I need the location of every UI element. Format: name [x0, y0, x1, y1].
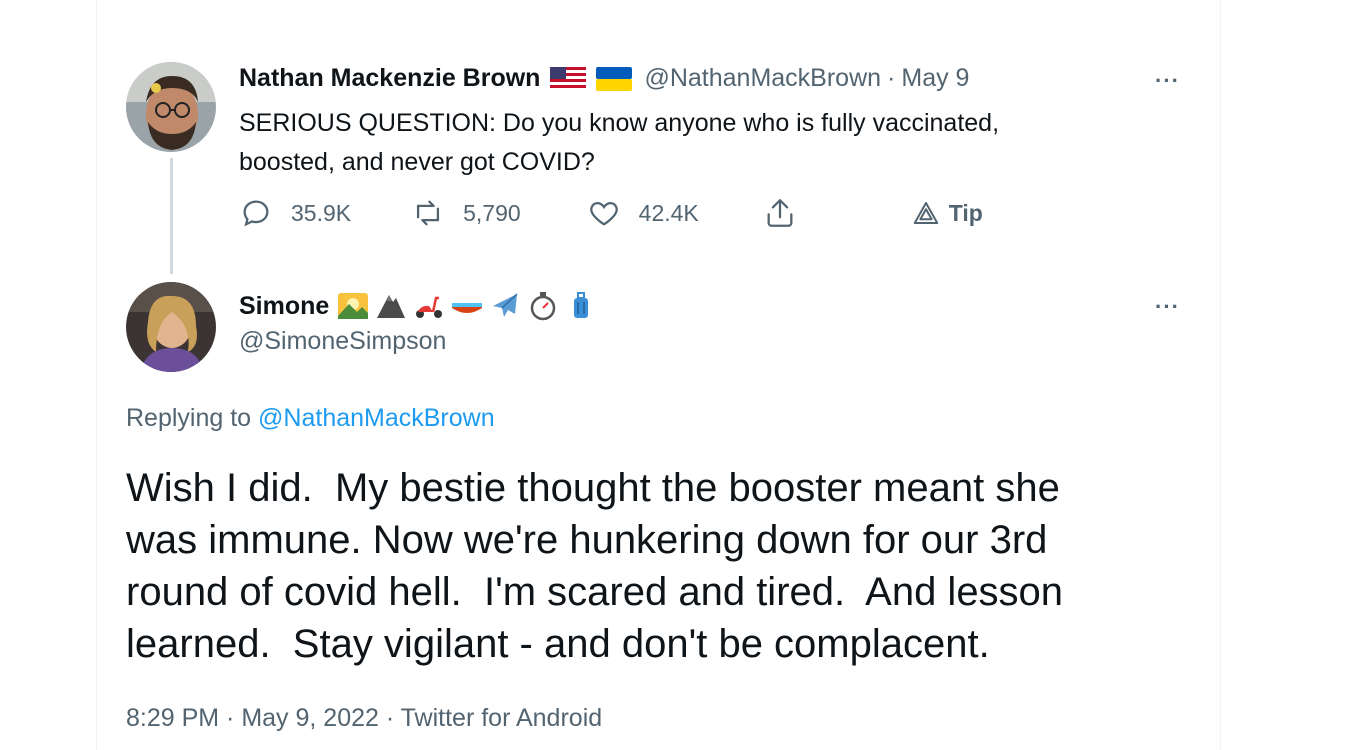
tip-icon: [913, 202, 939, 224]
like-button[interactable]: 42.4K: [587, 196, 699, 230]
luggage-icon: [574, 292, 589, 318]
original-handle[interactable]: @NathanMackBrown: [644, 64, 881, 93]
reply-icon: [243, 200, 269, 227]
share-icon: [767, 199, 793, 227]
reply-text-line-1: Wish I did. My bestie thought the booste…: [126, 466, 1060, 510]
reply-tweet-text: Wish I did. My bestie thought the booste…: [126, 462, 1186, 670]
tip-label: Tip: [948, 199, 983, 226]
sunrise-over-mountains-icon: [338, 293, 369, 319]
original-tweet-text: SERIOUS QUESTION: Do you know anyone who…: [239, 104, 1119, 182]
simone-avatar[interactable]: [126, 282, 216, 372]
original-display-name[interactable]: Nathan Mackenzie Brown: [239, 64, 540, 93]
original-text-line-1: SERIOUS QUESTION: Do you know anyone who…: [239, 109, 1000, 137]
heart-icon: [589, 201, 618, 226]
replying-to-link[interactable]: @NathanMackBrown: [258, 404, 495, 432]
original-date[interactable]: May 9: [901, 64, 969, 93]
canoe-icon: [452, 303, 483, 313]
retweet-count: 5,790: [463, 199, 521, 226]
mountain-icon: [377, 295, 406, 318]
reply-text-line-3: round of covid hell. I'm scared and tire…: [126, 570, 1064, 614]
original-text-line-2: boosted, and never got COVID?: [239, 148, 595, 176]
stopwatch-icon: [531, 292, 556, 321]
separator-dot: ·: [887, 64, 896, 92]
reply-count: 35.9K: [291, 199, 352, 226]
tweet-timestamp[interactable]: 8:29 PM · May 9, 2022 · Twitter for Andr…: [126, 704, 602, 733]
tip-button[interactable]: Tip: [911, 198, 983, 228]
original-more-button[interactable]: ···: [1155, 68, 1180, 94]
reply-text-line-4: learned. Stay vigilant - and don't be co…: [126, 622, 990, 666]
reply-tweet-header: Simone: [239, 290, 597, 322]
reply-text-line-2: was immune. Now we're hunkering down for…: [126, 518, 1048, 562]
replying-prefix: Replying to: [126, 404, 252, 432]
reply-display-name[interactable]: Simone: [239, 292, 329, 321]
original-tweet-header: Nathan Mackenzie Brown @NathanMackBrown …: [239, 64, 969, 93]
airplane-icon: [493, 293, 518, 317]
original-action-bar: 35.9K 5,790 42.4K Tip: [239, 196, 983, 230]
reply-button[interactable]: 35.9K: [239, 196, 351, 230]
motor-scooter-icon: [416, 296, 443, 318]
thread-connector: [170, 158, 173, 274]
retweet-button[interactable]: 5,790: [411, 196, 521, 230]
replying-to: Replying to @NathanMackBrown: [126, 404, 495, 433]
nathan-avatar[interactable]: [126, 62, 216, 152]
share-button[interactable]: [763, 196, 797, 230]
retweet-icon: [417, 200, 440, 226]
ukraine-flag-icon: [596, 66, 633, 91]
like-count: 42.4K: [638, 199, 699, 226]
us-flag-icon: [550, 66, 587, 91]
reply-handle[interactable]: @SimoneSimpson: [239, 327, 446, 356]
reply-more-button[interactable]: ···: [1155, 294, 1180, 320]
